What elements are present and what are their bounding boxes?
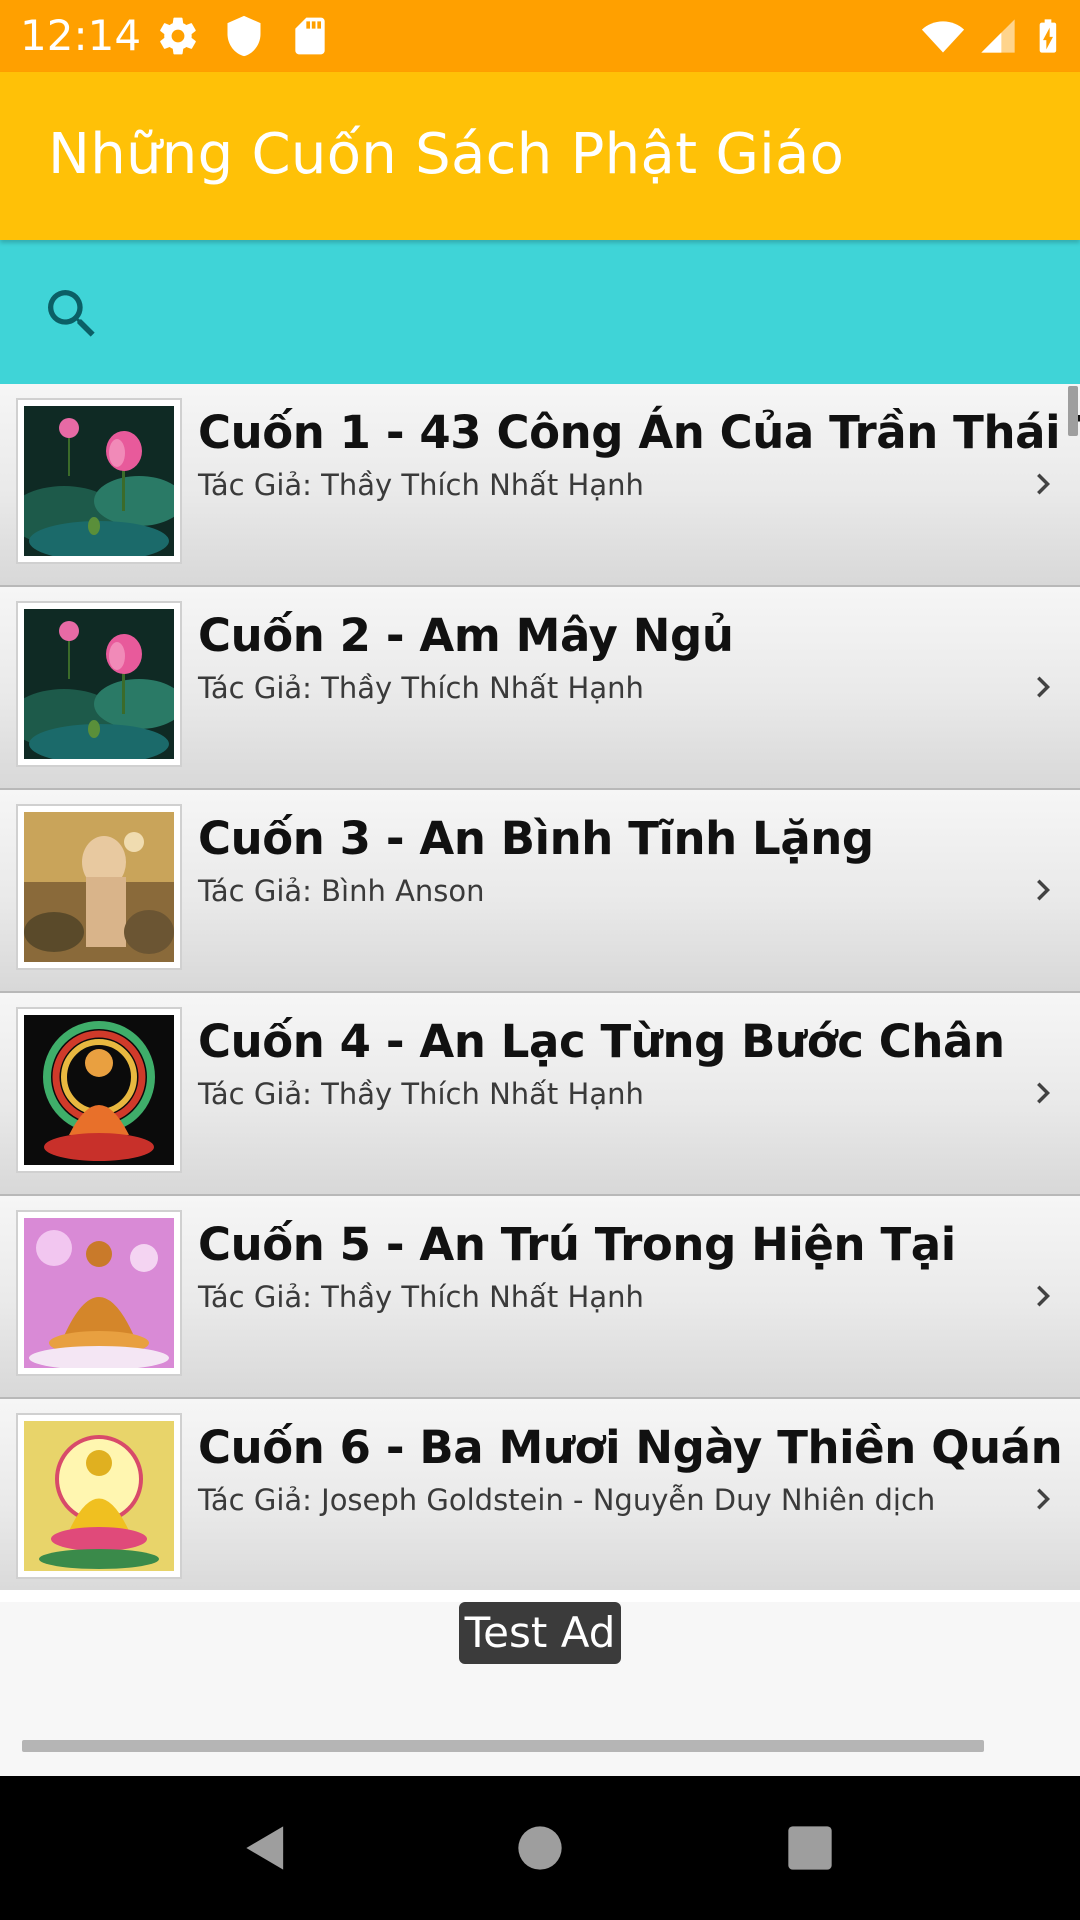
- chevron-right-icon: [1037, 879, 1050, 901]
- scrollbar[interactable]: [1068, 386, 1078, 436]
- painting-image: [24, 812, 174, 962]
- book-thumbnail: [16, 601, 182, 767]
- battery-charging-icon: [1039, 19, 1057, 53]
- list-item[interactable]: Cuốn 3 - An Bình Tĩnh Lặng Tác Giả: Bình…: [0, 790, 1080, 993]
- page-title: Những Cuốn Sách Phật Giáo: [48, 122, 845, 187]
- signal-icon: [981, 19, 1015, 53]
- chevron-right-icon: [1037, 473, 1050, 495]
- ad-label[interactable]: Test Ad: [459, 1602, 621, 1664]
- book-thumbnail: [16, 1210, 182, 1376]
- book-thumbnail: [16, 398, 182, 564]
- status-time: 12:14: [20, 11, 142, 60]
- chevron-right-icon: [1037, 1488, 1050, 1510]
- list-item[interactable]: Cuốn 2 - Am Mây Ngủ Tác Giả: Thầy Thích …: [0, 587, 1080, 790]
- book-thumbnail: [16, 1007, 182, 1173]
- book-title: Cuốn 4 - An Lạc Từng Bước Chân: [198, 1015, 1005, 1068]
- list-item[interactable]: Cuốn 1 - 43 Công Án Của Trần Thái Tông T…: [0, 384, 1080, 587]
- book-author: Tác Giả: Thầy Thích Nhất Hạnh: [198, 1280, 644, 1314]
- recents-icon[interactable]: [784, 1822, 836, 1874]
- status-bar: 12:14: [0, 0, 1080, 72]
- chevron-right-icon: [1037, 1082, 1050, 1104]
- chevron-right-icon: [1037, 676, 1050, 698]
- book-title: Cuốn 1 - 43 Công Án Của Trần Thái Tông: [198, 406, 1080, 459]
- book-author: Tác Giả: Thầy Thích Nhất Hạnh: [198, 1077, 644, 1111]
- chevron-right-icon: [1037, 1285, 1050, 1307]
- book-author: Tác Giả: Bình Anson: [198, 874, 485, 908]
- back-icon[interactable]: [242, 1822, 294, 1874]
- lotus-image: [24, 609, 174, 759]
- book-thumbnail: [16, 804, 182, 970]
- lotus-image: [24, 406, 174, 556]
- search-input[interactable]: [120, 266, 1024, 360]
- book-author: Tác Giả: Joseph Goldstein - Nguyễn Duy N…: [198, 1483, 936, 1517]
- buddha-pink-image: [24, 1218, 174, 1368]
- ad-progress-bar: [22, 1740, 984, 1752]
- book-thumbnail: [16, 1413, 182, 1579]
- list-item[interactable]: Cuốn 5 - An Trú Trong Hiện Tại Tác Giả: …: [0, 1196, 1080, 1399]
- book-title: Cuốn 6 - Ba Mươi Ngày Thiền Quán: [198, 1421, 1063, 1474]
- home-icon[interactable]: [514, 1822, 566, 1874]
- buddha-gold-image: [24, 1421, 174, 1571]
- book-title: Cuốn 5 - An Trú Trong Hiện Tại: [198, 1218, 956, 1271]
- book-author: Tác Giả: Thầy Thích Nhất Hạnh: [198, 671, 644, 705]
- wifi-icon: [921, 21, 965, 53]
- app-bar: Những Cuốn Sách Phật Giáo: [0, 72, 1080, 240]
- book-title: Cuốn 2 - Am Mây Ngủ: [198, 609, 734, 662]
- shield-icon: [227, 15, 261, 57]
- book-list[interactable]: Cuốn 1 - 43 Công Án Của Trần Thái Tông T…: [0, 384, 1080, 1590]
- book-title: Cuốn 3 - An Bình Tĩnh Lặng: [198, 812, 874, 865]
- sd-card-icon: [295, 17, 325, 55]
- list-item[interactable]: Cuốn 4 - An Lạc Từng Bước Chân Tác Giả: …: [0, 993, 1080, 1196]
- list-item[interactable]: Cuốn 6 - Ba Mươi Ngày Thiền Quán Tác Giả…: [0, 1399, 1080, 1590]
- gear-icon: [160, 17, 196, 55]
- search-icon[interactable]: [40, 282, 104, 346]
- book-author: Tác Giả: Thầy Thích Nhất Hạnh: [198, 468, 644, 502]
- buddha-halo-image: [24, 1015, 174, 1165]
